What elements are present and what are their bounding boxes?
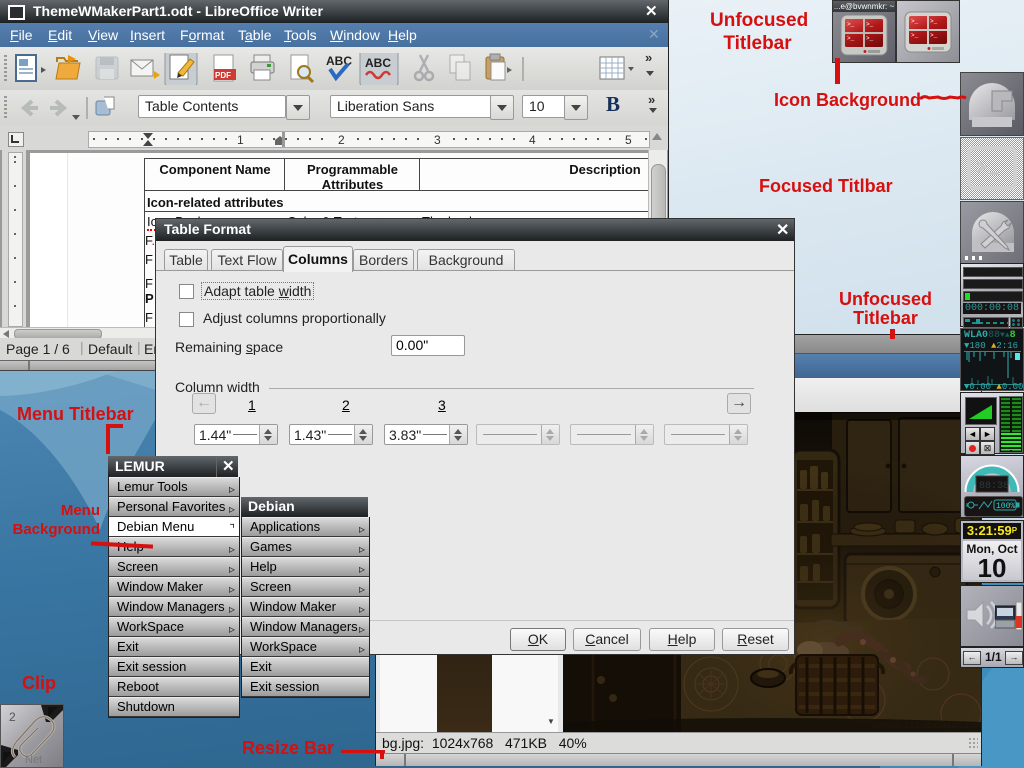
svg-text:>_: >_ [847, 35, 855, 42]
svg-text:100%: 100% [996, 502, 1015, 511]
svg-text:4: 4 [529, 133, 536, 147]
svg-text:>_: >_ [866, 21, 874, 28]
svg-text:5: 5 [625, 133, 632, 147]
svg-text:>_: >_ [911, 18, 919, 25]
svg-text:>_: >_ [930, 18, 938, 25]
svg-text:2: 2 [9, 710, 16, 724]
svg-text:3: 3 [434, 133, 441, 147]
svg-text:2: 2 [338, 133, 345, 147]
svg-text:PDF: PDF [215, 71, 231, 80]
svg-text:1: 1 [237, 133, 244, 147]
svg-text:>_: >_ [930, 32, 938, 39]
svg-text:88:38: 88:38 [979, 481, 1009, 492]
svg-text:>_: >_ [847, 21, 855, 28]
svg-text:>_: >_ [866, 35, 874, 42]
svg-text:>_: >_ [911, 32, 919, 39]
svg-text:Net: Net [25, 754, 42, 766]
svg-text:ABC: ABC [365, 56, 391, 70]
